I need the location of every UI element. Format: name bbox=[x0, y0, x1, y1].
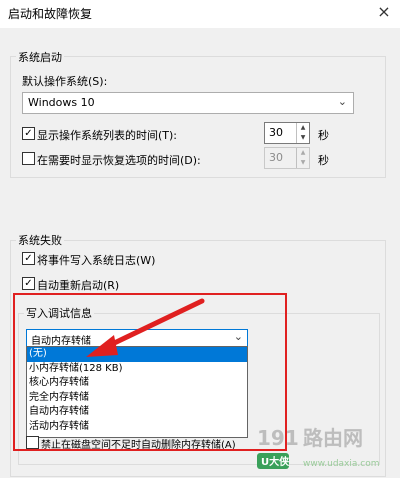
watermark-graphic: 191 路由网 U大侠 www.udaxia.com bbox=[257, 426, 379, 469]
svg-text:www.udaxia.com: www.udaxia.com bbox=[303, 459, 379, 469]
show-os-list-time-stepper[interactable]: 30 ▲ ▼ bbox=[264, 122, 310, 144]
system-failure-label: 系统失败 bbox=[16, 232, 64, 248]
annotation-arrow-icon bbox=[86, 298, 205, 357]
svg-text:191: 191 bbox=[257, 426, 299, 450]
show-os-list-time-value: 30 bbox=[269, 126, 283, 139]
default-os-value: Windows 10 bbox=[28, 96, 95, 109]
stepper-arrows-icon: ▲ ▼ bbox=[296, 148, 309, 168]
show-os-list-unit: 秒 bbox=[318, 129, 329, 142]
show-recovery-unit: 秒 bbox=[318, 154, 329, 167]
write-event-checkbox[interactable]: ✓ bbox=[22, 252, 35, 265]
auto-restart-checkbox[interactable]: ✓ bbox=[22, 277, 35, 290]
default-os-label: 默认操作系统(S): bbox=[22, 75, 108, 88]
default-os-select[interactable]: Windows 10 ⌄ bbox=[22, 92, 354, 114]
auto-restart-label: 自动重新启动(R) bbox=[37, 279, 120, 292]
show-recovery-time-value: 30 bbox=[269, 151, 283, 164]
write-event-label: 将事件写入系统日志(W) bbox=[37, 254, 156, 267]
show-os-list-label: 显示操作系统列表的时间(T): bbox=[37, 129, 178, 142]
svg-text:路由网: 路由网 bbox=[303, 426, 363, 450]
window-title: 启动和故障恢复 bbox=[8, 7, 93, 21]
close-icon[interactable]: × bbox=[374, 2, 394, 22]
system-startup-label: 系统启动 bbox=[16, 49, 64, 65]
svg-text:U大侠: U大侠 bbox=[261, 455, 290, 468]
show-recovery-time-stepper[interactable]: 30 ▲ ▼ bbox=[264, 147, 310, 169]
show-recovery-checkbox[interactable] bbox=[22, 152, 35, 165]
title-bar: 启动和故障恢复 × bbox=[0, 0, 400, 28]
chevron-down-icon: ⌄ bbox=[337, 95, 347, 108]
stepper-arrows-icon[interactable]: ▲ ▼ bbox=[296, 123, 309, 143]
show-recovery-label: 在需要时显示恢复选项的时间(D): bbox=[37, 154, 201, 167]
show-os-list-checkbox[interactable]: ✓ bbox=[22, 127, 35, 140]
watermark-logo: 191 路由网 U大侠 www.udaxia.com bbox=[255, 425, 400, 475]
